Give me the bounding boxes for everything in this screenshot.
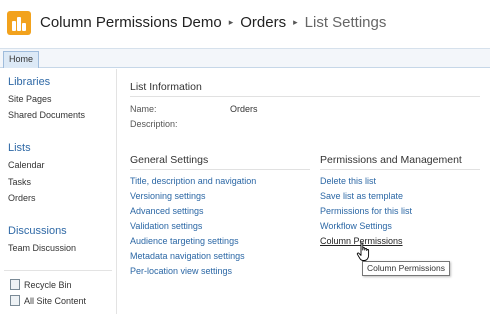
link-metadata-navigation-settings[interactable]: Metadata navigation settings bbox=[130, 251, 245, 261]
link-validation-settings[interactable]: Validation settings bbox=[130, 221, 202, 231]
all-site-content-icon bbox=[10, 295, 20, 306]
breadcrumb: Column Permissions Demo ▸ Orders ▸ List … bbox=[40, 14, 386, 31]
nav-item-site-pages[interactable]: Site Pages bbox=[8, 94, 52, 104]
section-divider bbox=[320, 169, 480, 170]
nav-item-shared-documents[interactable]: Shared Documents bbox=[8, 110, 85, 120]
quick-launch: Libraries Site Pages Shared Documents Li… bbox=[0, 69, 117, 314]
nav-item-calendar[interactable]: Calendar bbox=[8, 160, 45, 170]
section-divider bbox=[130, 96, 480, 97]
breadcrumb-separator-icon: ▸ bbox=[228, 17, 234, 27]
tooltip: Column Permissions bbox=[362, 261, 450, 276]
breadcrumb-page-name: List Settings bbox=[304, 14, 387, 31]
section-divider bbox=[130, 169, 310, 170]
breadcrumb-separator-icon: ▸ bbox=[293, 17, 298, 27]
nav-item-team-discussion[interactable]: Team Discussion bbox=[8, 243, 76, 253]
hand-cursor-icon bbox=[356, 242, 370, 261]
nav-heading-libraries[interactable]: Libraries bbox=[8, 76, 50, 88]
link-save-list-as-template[interactable]: Save list as template bbox=[320, 191, 403, 201]
permissions-management-title: Permissions and Management bbox=[320, 154, 462, 166]
link-audience-targeting-settings[interactable]: Audience targeting settings bbox=[130, 236, 239, 246]
site-logo-icon[interactable] bbox=[7, 11, 31, 35]
link-per-location-view-settings[interactable]: Per-location view settings bbox=[130, 266, 232, 276]
nav-heading-discussions[interactable]: Discussions bbox=[8, 225, 67, 237]
nav-item-tasks[interactable]: Tasks bbox=[8, 177, 31, 187]
link-title-description-navigation[interactable]: Title, description and navigation bbox=[130, 176, 256, 186]
recycle-bin-icon bbox=[10, 279, 20, 290]
name-value: Orders bbox=[230, 104, 258, 114]
link-workflow-settings[interactable]: Workflow Settings bbox=[320, 221, 392, 231]
nav-heading-lists[interactable]: Lists bbox=[8, 142, 31, 154]
nav-item-all-site-content[interactable]: All Site Content bbox=[24, 296, 86, 306]
tab-home[interactable]: Home bbox=[3, 51, 40, 68]
general-settings-title: General Settings bbox=[130, 154, 209, 166]
breadcrumb-site-title[interactable]: Column Permissions Demo bbox=[40, 14, 222, 31]
link-versioning-settings[interactable]: Versioning settings bbox=[130, 191, 206, 201]
nav-item-orders[interactable]: Orders bbox=[8, 193, 36, 203]
page-header: Column Permissions Demo ▸ Orders ▸ List … bbox=[0, 0, 490, 48]
nav-item-recycle-bin[interactable]: Recycle Bin bbox=[24, 280, 72, 290]
name-label: Name: bbox=[130, 104, 157, 114]
nav-divider bbox=[4, 270, 112, 271]
link-advanced-settings[interactable]: Advanced settings bbox=[130, 206, 204, 216]
ribbon-bar: Home bbox=[0, 48, 490, 68]
link-delete-this-list[interactable]: Delete this list bbox=[320, 176, 376, 186]
breadcrumb-list-name[interactable]: Orders bbox=[240, 14, 286, 31]
link-permissions-for-this-list[interactable]: Permissions for this list bbox=[320, 206, 412, 216]
description-label: Description: bbox=[130, 119, 178, 129]
list-information-title: List Information bbox=[130, 81, 202, 93]
